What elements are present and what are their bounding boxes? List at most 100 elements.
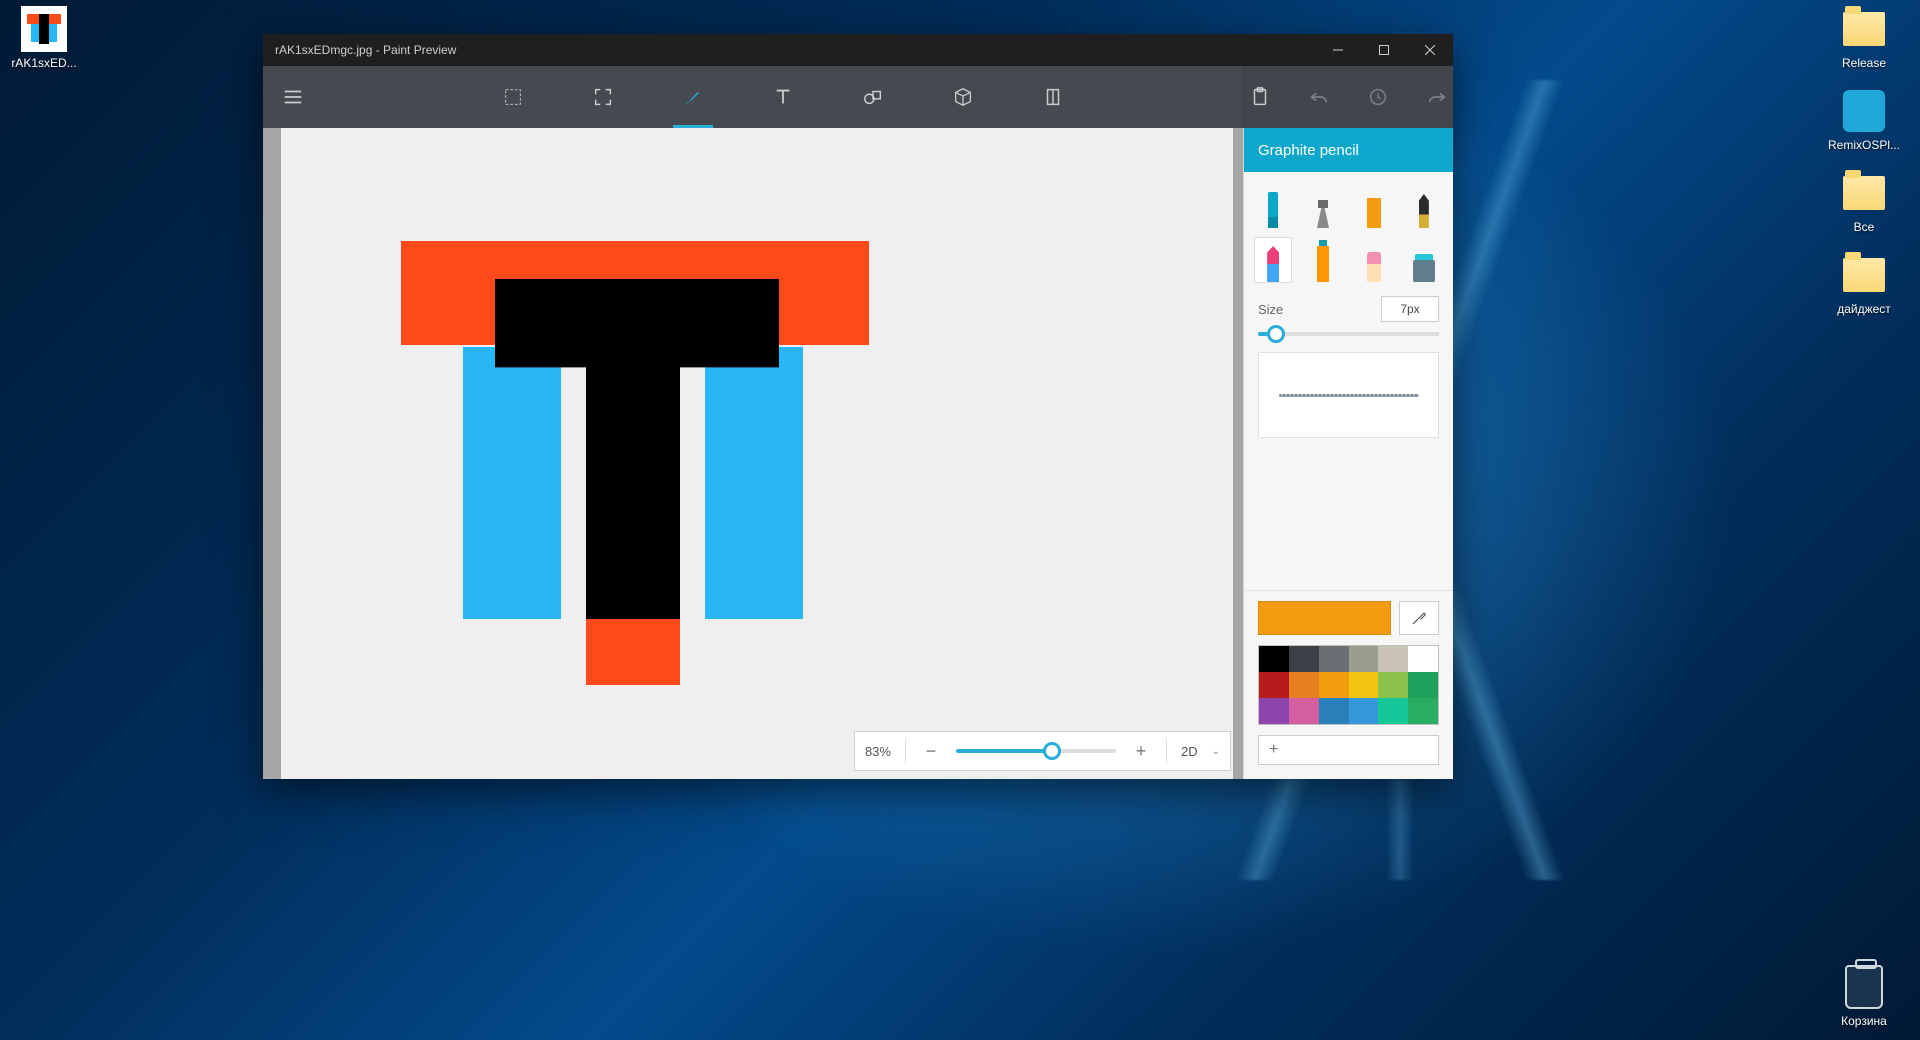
- pencil-icon: [1267, 246, 1279, 282]
- clipboard-icon: [1249, 86, 1271, 108]
- desktop-icon-recycle-bin[interactable]: Корзина: [1826, 964, 1902, 1028]
- spray-icon: [1317, 246, 1329, 282]
- tool-shapes[interactable]: [849, 66, 897, 128]
- brush-tool-grid: [1244, 172, 1453, 290]
- palette-swatch[interactable]: [1319, 698, 1349, 724]
- view-mode: 2D: [1181, 744, 1198, 759]
- eyedropper-icon: [1410, 609, 1428, 627]
- folder-icon: [1841, 252, 1887, 298]
- undo-button[interactable]: [1303, 66, 1336, 128]
- bucket-icon: [1413, 260, 1435, 282]
- size-input[interactable]: 7px: [1381, 296, 1439, 322]
- zoom-slider[interactable]: [956, 749, 1116, 753]
- divider: [1166, 739, 1167, 763]
- desktop-icon-folder-digest[interactable]: дайджест: [1826, 252, 1902, 316]
- folder-icon: [1841, 170, 1887, 216]
- tool-crop[interactable]: [579, 66, 627, 128]
- desktop-icon-file[interactable]: rAK1sxED...: [6, 6, 82, 70]
- palette-swatch[interactable]: [1408, 646, 1438, 672]
- minimize-button[interactable]: [1315, 34, 1361, 66]
- panel-header: Graphite pencil: [1244, 128, 1453, 172]
- size-label: Size: [1258, 302, 1283, 317]
- brush-icon: [682, 86, 704, 108]
- history-icon: [1367, 86, 1389, 108]
- paint-preview-window: rAK1sxEDmgc.jpg - Paint Preview: [263, 34, 1453, 779]
- maximize-button[interactable]: [1361, 34, 1407, 66]
- tool-3d[interactable]: [939, 66, 987, 128]
- window-titlebar[interactable]: rAK1sxEDmgc.jpg - Paint Preview: [263, 34, 1453, 66]
- desktop-icon-label: RemixOSPl...: [1828, 138, 1900, 152]
- tool-select[interactable]: [489, 66, 537, 128]
- palette-swatch[interactable]: [1259, 672, 1289, 698]
- tool-brush[interactable]: [669, 66, 717, 128]
- app-body: 83% − + 2D ⌄ Graphite pencil: [263, 128, 1453, 779]
- zoom-out-button[interactable]: −: [920, 741, 942, 762]
- desktop-icon-folder-all[interactable]: Все: [1826, 170, 1902, 234]
- desktop-icon-label: rAK1sxED...: [11, 56, 76, 70]
- close-button[interactable]: [1407, 34, 1453, 66]
- fountain-pen-icon: [1419, 194, 1429, 228]
- preview-stroke: [1279, 394, 1419, 397]
- desktop-icons-right: Release RemixOSPl... Все дайджест: [1826, 6, 1902, 316]
- palette-swatch[interactable]: [1349, 698, 1379, 724]
- color-section: +: [1244, 590, 1453, 779]
- plus-icon: +: [1269, 741, 1278, 759]
- pen-icon: [1317, 200, 1329, 228]
- brush-preview: [1258, 352, 1439, 438]
- tool-marker[interactable]: [1255, 184, 1291, 228]
- palette-swatch[interactable]: [1319, 646, 1349, 672]
- desktop-icon-app-remixos[interactable]: RemixOSPl...: [1826, 88, 1902, 152]
- current-color-swatch[interactable]: [1258, 601, 1391, 635]
- zoom-in-button[interactable]: +: [1130, 741, 1152, 762]
- palette-swatch[interactable]: [1349, 672, 1379, 698]
- add-color-button[interactable]: +: [1258, 735, 1439, 765]
- redo-button[interactable]: [1420, 66, 1453, 128]
- palette-swatch[interactable]: [1289, 698, 1319, 724]
- eraser-icon: [1367, 252, 1381, 282]
- eyedropper-button[interactable]: [1399, 601, 1439, 635]
- desktop-icons-left: rAK1sxED...: [6, 6, 82, 70]
- palette-swatch[interactable]: [1408, 672, 1438, 698]
- history-button[interactable]: [1362, 66, 1395, 128]
- tool-bucket[interactable]: [1406, 238, 1442, 282]
- window-title: rAK1sxEDmgc.jpg - Paint Preview: [275, 43, 456, 57]
- cube-icon: [952, 86, 974, 108]
- canvas-area[interactable]: 83% − + 2D ⌄: [263, 128, 1243, 779]
- folder-icon: [1841, 6, 1887, 52]
- palette-swatch[interactable]: [1289, 672, 1319, 698]
- tool-pencil[interactable]: [1255, 238, 1291, 282]
- hamburger-icon: [282, 86, 304, 108]
- expand-icon: [592, 86, 614, 108]
- brush-square-icon: [1367, 198, 1381, 228]
- tool-layers[interactable]: [1029, 66, 1077, 128]
- tool-pen[interactable]: [1305, 184, 1341, 228]
- tool-fountain-pen[interactable]: [1406, 184, 1442, 228]
- size-slider[interactable]: [1258, 332, 1439, 336]
- chevron-down-icon[interactable]: ⌄: [1212, 746, 1220, 757]
- recycle-bin-icon: [1841, 964, 1887, 1010]
- layers-icon: [1042, 86, 1064, 108]
- palette-swatch[interactable]: [1319, 672, 1349, 698]
- app-icon: [1841, 88, 1887, 134]
- palette-swatch[interactable]: [1378, 646, 1408, 672]
- palette-swatch[interactable]: [1408, 698, 1438, 724]
- tool-brush-square[interactable]: [1356, 184, 1392, 228]
- paste-button[interactable]: [1244, 66, 1277, 128]
- desktop-icon-label: Release: [1842, 56, 1886, 70]
- palette-swatch[interactable]: [1289, 646, 1319, 672]
- palette-swatch[interactable]: [1378, 698, 1408, 724]
- palette-swatch[interactable]: [1349, 646, 1379, 672]
- canvas-page[interactable]: [281, 128, 1233, 779]
- palette-swatch[interactable]: [1378, 672, 1408, 698]
- palette-swatch[interactable]: [1259, 698, 1289, 724]
- palette-swatch[interactable]: [1259, 646, 1289, 672]
- main-toolbar: [263, 66, 1453, 128]
- select-icon: [502, 86, 524, 108]
- canvas-artwork: [401, 241, 869, 685]
- tool-eraser[interactable]: [1356, 238, 1392, 282]
- window-controls: [1315, 34, 1453, 66]
- menu-button[interactable]: [269, 66, 317, 128]
- tool-spray[interactable]: [1305, 238, 1341, 282]
- tool-text[interactable]: [759, 66, 807, 128]
- desktop-icon-folder-release[interactable]: Release: [1826, 6, 1902, 70]
